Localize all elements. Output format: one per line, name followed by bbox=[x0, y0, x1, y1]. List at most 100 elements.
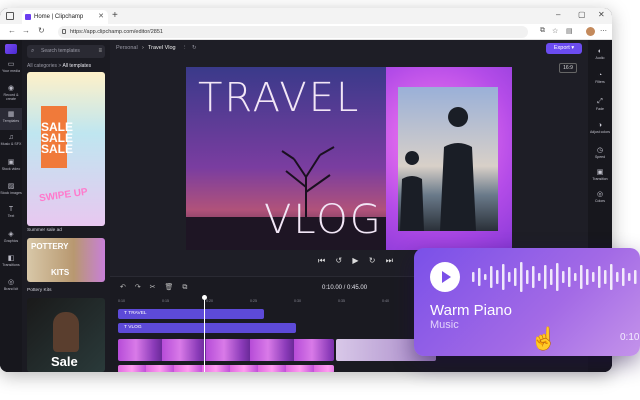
filters-icon: ◔ bbox=[597, 72, 603, 79]
timeline-tools: ↶ ↷ ✂ 🗑 ⧉ bbox=[120, 283, 194, 292]
playhead[interactable] bbox=[202, 295, 207, 372]
text-track-vlog[interactable]: T VLOG bbox=[118, 323, 296, 333]
couple-silhouette bbox=[400, 107, 476, 231]
music-card[interactable]: Warm Piano Music 0:10 bbox=[414, 248, 640, 356]
colors-icon: ◎ bbox=[596, 191, 604, 198]
favorites-icon[interactable]: ☆ bbox=[552, 27, 558, 35]
tab-actions-icon[interactable] bbox=[6, 12, 14, 20]
crumb-current: All templates bbox=[62, 63, 92, 69]
folder-icon: ▭ bbox=[7, 61, 15, 68]
skip-forward-icon[interactable]: ⏭ bbox=[386, 256, 393, 265]
video-preview[interactable]: TRAVEL VLOG bbox=[186, 67, 512, 250]
forward-icon[interactable]: → bbox=[22, 26, 30, 35]
duplicate-icon[interactable]: ⧉ bbox=[182, 284, 187, 291]
right-item-filters[interactable]: ◔ Filters bbox=[588, 72, 612, 84]
templates-panel: ⌕ Search templates ≡ All categories > Al… bbox=[22, 40, 110, 372]
right-item-fade[interactable]: ⤢ Fade bbox=[588, 98, 612, 111]
camera-icon: ◉ bbox=[7, 85, 15, 92]
close-window-icon[interactable]: ✕ bbox=[598, 10, 605, 19]
back-icon[interactable]: ← bbox=[8, 26, 16, 35]
music-play-button[interactable] bbox=[430, 262, 460, 292]
film-icon: ▣ bbox=[7, 159, 15, 166]
rail-item-music[interactable]: ♫ Music & SFX bbox=[0, 134, 22, 146]
delete-icon[interactable]: 🗑 bbox=[164, 284, 173, 291]
rail-item-stock-images[interactable]: ▨ Stock images bbox=[0, 182, 22, 195]
rail-item-stock-video[interactable]: ▣ Stock video bbox=[0, 158, 22, 171]
music-subtitle: Music bbox=[430, 319, 459, 331]
right-item-audio[interactable]: ◐ Audio bbox=[588, 48, 612, 60]
video-track-clip-1[interactable] bbox=[118, 339, 334, 361]
maximize-icon[interactable]: ▢ bbox=[578, 10, 586, 19]
couple-photo bbox=[398, 87, 498, 231]
minimize-icon[interactable]: – bbox=[556, 10, 560, 19]
text-track-travel[interactable]: T TRAVEL bbox=[118, 309, 264, 319]
rail-item-record[interactable]: ◉ Record & create bbox=[0, 84, 22, 101]
shapes-icon: ◈ bbox=[8, 231, 14, 238]
editor-topbar: Personal › Travel Vlog ⋮ ↻ Export ▾ bbox=[110, 40, 588, 56]
template-summer-sale[interactable]: SALE SALE SALE SWIPE UP bbox=[27, 72, 105, 226]
video-track-clip-3[interactable] bbox=[118, 365, 334, 372]
project-name[interactable]: Travel Vlog bbox=[148, 45, 176, 51]
pottery-text: POTTERY bbox=[31, 242, 69, 251]
breadcrumb-root[interactable]: Personal bbox=[116, 45, 138, 51]
redo-icon[interactable]: ↷ bbox=[135, 284, 141, 291]
transition-icon: ▣ bbox=[596, 169, 604, 176]
rail-item-text[interactable]: T Text bbox=[0, 206, 22, 218]
right-item-transition[interactable]: ▣ Transition bbox=[588, 168, 612, 181]
extensions-icon[interactable]: ⧉ bbox=[540, 27, 545, 35]
refresh-icon[interactable]: ↻ bbox=[38, 26, 45, 35]
search-icon: ⌕ bbox=[31, 48, 35, 54]
rail-item-brand-kit[interactable]: ◎ Brand kit bbox=[0, 278, 22, 291]
play-icon[interactable]: ▶ bbox=[352, 256, 358, 265]
more-options-icon[interactable]: ⋮ bbox=[182, 45, 188, 51]
undo-icon[interactable]: ↶ bbox=[120, 284, 126, 291]
breadcrumb: All categories > All templates bbox=[27, 63, 92, 69]
clipchamp-logo bbox=[5, 44, 17, 54]
right-item-colors[interactable]: ◎ Colors bbox=[588, 190, 612, 203]
music-icon: ♫ bbox=[8, 134, 14, 141]
right-item-speed[interactable]: ◷ Speed bbox=[588, 146, 612, 159]
close-tab-icon[interactable]: ✕ bbox=[98, 12, 104, 20]
split-icon[interactable]: ✂ bbox=[150, 284, 156, 291]
template-label: Summer sale ad bbox=[27, 228, 62, 233]
url-field[interactable]: https://app.clipchamp.com/editor/2851 bbox=[58, 26, 528, 38]
browser-tab[interactable]: Home | Clipchamp ✕ bbox=[22, 10, 108, 24]
template-pottery[interactable]: POTTERY KITS bbox=[27, 238, 105, 282]
lock-icon bbox=[62, 29, 66, 34]
timecode: 0:10.00 / 0:45.00 bbox=[322, 285, 368, 291]
collections-icon[interactable]: ▤ bbox=[566, 27, 573, 35]
new-tab-icon[interactable]: + bbox=[112, 10, 118, 21]
tab-title: Home | Clipchamp bbox=[34, 14, 84, 20]
address-bar: ← → ↻ https://app.clipchamp.com/editor/2… bbox=[0, 24, 612, 40]
skip-back-icon[interactable]: ⏮ bbox=[318, 256, 325, 265]
search-input[interactable]: ⌕ Search templates ≡ bbox=[27, 45, 105, 58]
hand-cursor-icon: ☝ bbox=[530, 326, 558, 351]
crumb-parent[interactable]: All categories bbox=[27, 63, 57, 69]
image-icon: ▨ bbox=[7, 183, 15, 190]
rail-item-graphics[interactable]: ◈ Graphics bbox=[0, 230, 22, 243]
sale-text-2: Sale bbox=[51, 354, 78, 369]
speed-icon: ◷ bbox=[596, 147, 604, 154]
sync-icon[interactable]: ↻ bbox=[192, 45, 197, 51]
search-placeholder: Search templates bbox=[41, 48, 80, 54]
rail-item-transitions[interactable]: ◧ Transitions bbox=[0, 254, 22, 267]
right-item-adjust[interactable]: ◑ Adjust colors bbox=[588, 122, 612, 134]
rail-item-templates[interactable]: ▦ Templates bbox=[0, 108, 22, 130]
clipchamp-favicon-icon bbox=[25, 14, 31, 20]
text-icon: T bbox=[8, 206, 14, 213]
rewind-icon[interactable]: ↺ bbox=[335, 256, 342, 265]
template-sale[interactable]: Sale bbox=[27, 298, 105, 372]
person-photo bbox=[53, 312, 79, 352]
transitions-icon: ◧ bbox=[7, 255, 15, 262]
browser-tabbar: Home | Clipchamp ✕ + – ▢ ✕ bbox=[0, 8, 612, 24]
filter-icon[interactable]: ≡ bbox=[98, 45, 102, 58]
preview-title-travel: TRAVEL bbox=[198, 75, 361, 121]
sale-text: SALE SALE SALE bbox=[41, 120, 74, 156]
url-text: https://app.clipchamp.com/editor/2851 bbox=[70, 29, 163, 35]
more-icon[interactable]: ⋯ bbox=[600, 27, 607, 35]
forward-5-icon[interactable]: ↻ bbox=[369, 256, 376, 265]
profile-avatar[interactable] bbox=[586, 27, 595, 36]
rail-item-your-media[interactable]: ▭ Your media bbox=[0, 60, 22, 73]
export-button[interactable]: Export ▾ bbox=[546, 43, 582, 54]
aspect-ratio-button[interactable]: 16:9 bbox=[559, 63, 577, 73]
